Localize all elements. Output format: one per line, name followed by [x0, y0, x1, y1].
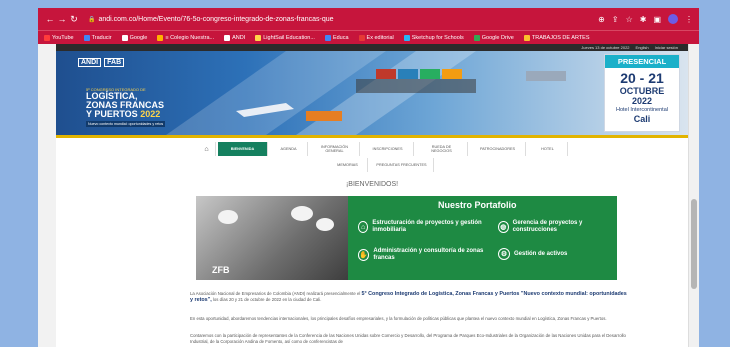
event-days: 20 - 21: [620, 70, 664, 86]
andi-icon: [224, 34, 231, 41]
bookmark-traducir[interactable]: Traducir: [83, 34, 112, 41]
folder-icon: [523, 34, 530, 41]
google-icon: [121, 34, 128, 41]
body-paragraph: Contaremos con la participación de repre…: [190, 333, 626, 344]
home-icon[interactable]: ⌂: [198, 142, 216, 156]
vertical-scrollbar[interactable]: [688, 44, 699, 347]
portfolio-banner[interactable]: ZFB Nuestro Portafolio ⌂ Estructuración …: [196, 196, 617, 280]
bookmarks-bar: YouTube Traducir Google ≡ Colegio Nuestr…: [38, 30, 699, 44]
bookmark-ex-editorial[interactable]: Ex editorial: [358, 34, 394, 41]
educa-icon: [324, 34, 331, 41]
address-bar: ← → ↻ 🔒 andi.com.co/Home/Evento/76-5o-co…: [38, 8, 699, 30]
nav-row-1: ⌂ BIENVENIDA AGENDA INFORMACIÓN GENERAL …: [198, 142, 568, 156]
login-link[interactable]: Iniciar sesión: [655, 45, 678, 50]
utility-bar: Jueves 13 de octubre 2022 English Inicia…: [56, 44, 688, 51]
zoom-icon[interactable]: ⊕: [598, 15, 605, 24]
language-link[interactable]: English: [636, 45, 649, 50]
bookmark-trabajos-artes[interactable]: TRABAJOS DE ARTES: [523, 34, 590, 41]
url-field[interactable]: 🔒 andi.com.co/Home/Evento/76-5o-congreso…: [88, 16, 334, 23]
tab-informacion-general[interactable]: INFORMACIÓN GENERAL: [310, 142, 360, 156]
tab-memorias[interactable]: MEMORIAS: [328, 158, 368, 172]
workers-photo: ZFB: [196, 196, 348, 280]
event-nav: ⌂ BIENVENIDA AGENDA INFORMACIÓN GENERAL …: [56, 138, 688, 172]
event-venue: Hotel Intercontinental: [616, 107, 668, 113]
helmet-shape: [291, 206, 313, 221]
tab-agenda[interactable]: AGENDA: [270, 142, 308, 156]
helmet-shape: [218, 210, 238, 224]
andi-logo: ANDI FAB: [78, 58, 125, 67]
bookmark-sketchup[interactable]: Sketchup for Schools: [403, 34, 464, 41]
lock-icon: 🔒: [88, 16, 96, 23]
handshake-icon: ✋: [358, 249, 370, 261]
event-date-box: PRESENCIAL 20 - 21 OCTUBRE 2022 Hotel In…: [604, 54, 680, 132]
service-item: ◍ Gerencia de proyectos y construcciones: [498, 220, 613, 234]
extensions-icon[interactable]: ✱: [640, 15, 647, 24]
share-icon[interactable]: ⇪: [612, 15, 619, 24]
tab-hotel[interactable]: HOTEL: [528, 142, 568, 156]
youtube-icon: [44, 34, 50, 41]
menu-icon[interactable]: ⋮: [685, 15, 693, 24]
profile-avatar[interactable]: [668, 14, 678, 24]
forward-icon[interactable]: →: [56, 14, 68, 24]
bookmark-lightsail[interactable]: LightSail Education...: [255, 34, 315, 41]
gear-icon: ⚙: [498, 248, 510, 260]
portfolio-title: Nuestro Portafolio: [438, 200, 517, 210]
service-item: ✋ Administración y consultoría de zonas …: [358, 248, 484, 261]
helmet-shape: [316, 218, 334, 231]
tab-patrocinadores[interactable]: PATROCINADORES: [470, 142, 526, 156]
url-text[interactable]: andi.com.co/Home/Evento/76-5o-congreso-i…: [98, 16, 333, 23]
bookmark-colegio[interactable]: ≡ Colegio Nuestra...: [157, 34, 214, 41]
globe-icon: ◍: [498, 221, 509, 233]
tab-inscripciones[interactable]: INSCRIPCIONES: [362, 142, 414, 156]
body-paragraph: En esta oportunidad, abordaremos tendenc…: [190, 316, 607, 321]
star-icon[interactable]: ☆: [626, 15, 633, 24]
house-icon: ⌂: [358, 221, 369, 233]
zfb-logo: ZFB: [212, 265, 230, 275]
bookmark-educa[interactable]: Educa: [324, 34, 349, 41]
event-year: 2022: [631, 96, 653, 106]
service-item: ⌂ Estructuración de proyectos y gestión …: [358, 220, 493, 234]
bookmark-youtube[interactable]: YouTube: [44, 34, 74, 41]
presencial-badge: PRESENCIAL: [605, 55, 679, 68]
sidepanel-icon[interactable]: ▣: [653, 15, 661, 24]
intro-paragraph: La Asociación Nacional de Empresarios de…: [190, 291, 627, 303]
page-viewport: Jueves 13 de octubre 2022 English Inicia…: [38, 44, 699, 347]
editorial-icon: [358, 34, 365, 41]
school-icon: [157, 34, 164, 41]
browser-window: ← → ↻ 🔒 andi.com.co/Home/Evento/76-5o-co…: [38, 8, 699, 347]
browser-actions: ⊕ ⇪ ☆ ✱ ▣ ⋮: [598, 14, 693, 24]
tab-preguntas-frecuentes[interactable]: PREGUNTAS FRECUENTES: [370, 158, 434, 172]
sketchup-icon: [403, 34, 410, 41]
lightsail-icon: [255, 34, 262, 41]
back-icon[interactable]: ←: [44, 14, 56, 24]
reload-icon[interactable]: ↻: [68, 14, 80, 25]
tab-bienvenida[interactable]: BIENVENIDA: [218, 142, 268, 156]
drive-icon: [473, 34, 480, 41]
welcome-heading: ¡BIENVENIDOS!: [345, 181, 399, 188]
current-date: Jueves 13 de octubre 2022: [581, 45, 630, 50]
translate-icon: [83, 34, 90, 41]
congress-title: 5º CONGRESO INTEGRADO DE LOGÍSTICA, ZONA…: [86, 87, 166, 127]
event-banner: ANDI FAB 5º CONGRESO INTEGRADO DE LOGÍST…: [56, 51, 688, 135]
bookmark-google-drive[interactable]: Google Drive: [473, 34, 514, 41]
tab-rueda-negocios[interactable]: RUEDA DE NEGOCIOS: [416, 142, 468, 156]
event-city: Cali: [633, 114, 651, 124]
bookmark-andi[interactable]: ANDI: [224, 34, 245, 41]
scrollbar-thumb[interactable]: [691, 199, 697, 289]
page-content: Jueves 13 de octubre 2022 English Inicia…: [56, 44, 688, 347]
portfolio-panel: Nuestro Portafolio ⌂ Estructuración de p…: [348, 196, 617, 280]
event-month: OCTUBRE: [619, 86, 665, 96]
bookmark-google[interactable]: Google: [121, 34, 147, 41]
service-item: ⚙ Gestión de activos: [498, 248, 613, 260]
nav-row-2: MEMORIAS PREGUNTAS FRECUENTES: [328, 158, 434, 172]
